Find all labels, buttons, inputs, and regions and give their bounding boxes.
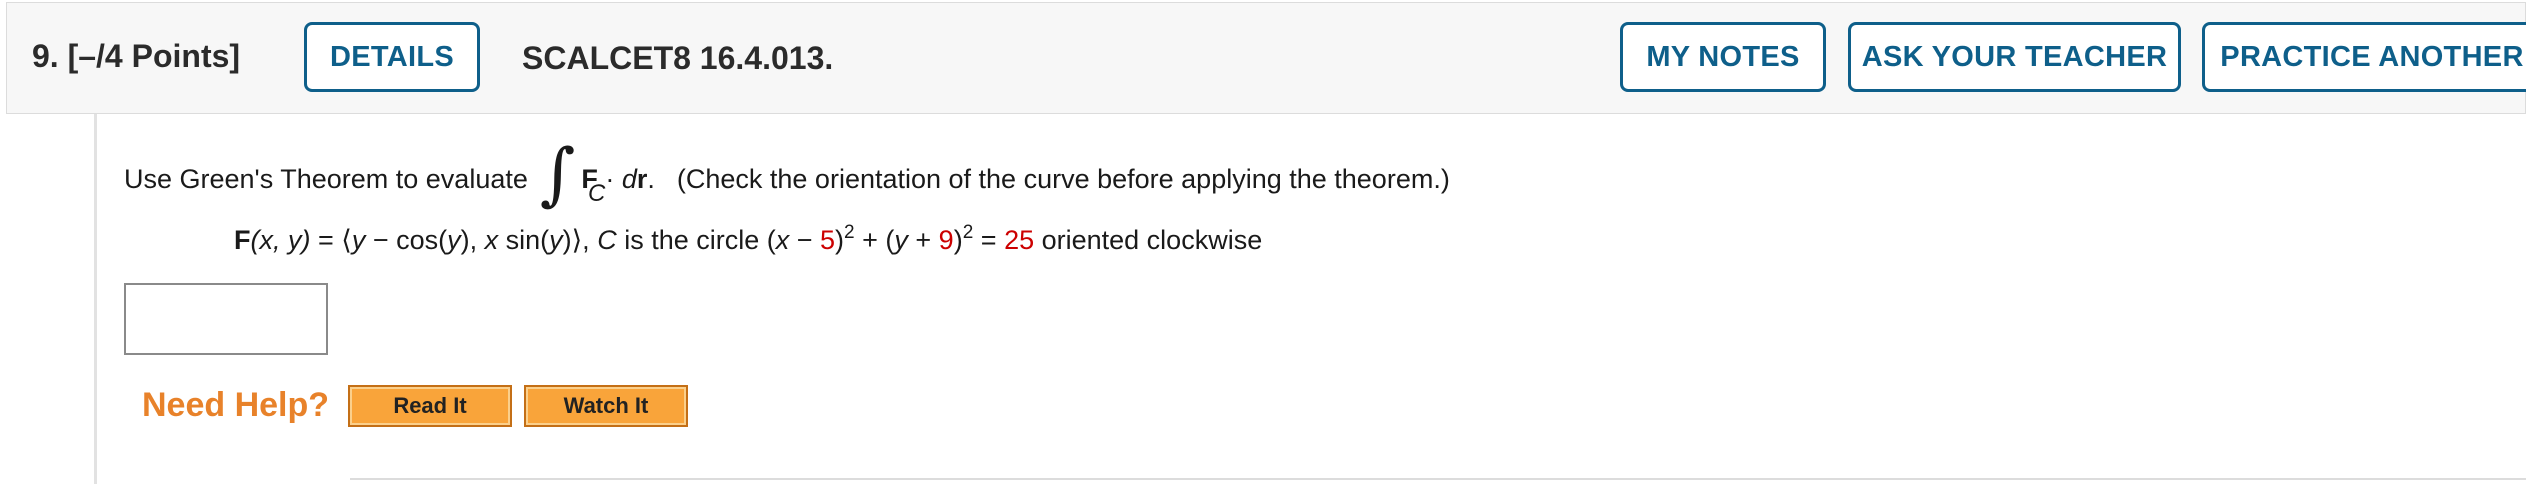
prompt-prefix: Use Green's Theorem to evaluate xyxy=(124,163,528,194)
formula-close1: ) xyxy=(835,225,845,255)
given-radius-squared: 25 xyxy=(1004,225,1035,255)
formula-exponent2: 2 xyxy=(962,222,974,243)
formula-exponent1: 2 xyxy=(844,222,855,243)
answer-input[interactable] xyxy=(124,283,328,355)
problem-code: SCALCET8 16.4.013. xyxy=(522,40,834,76)
integrand-period: . xyxy=(647,163,655,194)
formula-F: F xyxy=(234,225,251,255)
formula-eq2: = xyxy=(973,225,1005,255)
formula-minus: − xyxy=(789,225,821,255)
ask-your-teacher-button[interactable]: ASK YOUR TEACHER xyxy=(1848,22,2181,92)
formula-comma: , xyxy=(582,225,598,255)
formula-orientation: oriented clockwise xyxy=(1034,225,1263,255)
formula-langle: ⟨ xyxy=(341,225,352,255)
bottom-divider xyxy=(350,478,2526,480)
formula-plus: + ( xyxy=(854,225,895,255)
content-left-rule xyxy=(94,114,97,484)
formula-args: (x, y) xyxy=(250,225,311,255)
question-prompt: Use Green's Theorem to evaluate ∫ F · d … xyxy=(124,141,1450,213)
formula-close-paren: ) xyxy=(562,225,572,255)
my-notes-button[interactable]: MY NOTES xyxy=(1620,22,1826,92)
integral-subscript: C xyxy=(588,180,606,207)
integrand-d: d xyxy=(621,163,637,194)
formula-x: x xyxy=(484,225,499,255)
formula-C: C xyxy=(597,225,617,255)
details-button[interactable]: DETAILS xyxy=(304,22,480,92)
formula-y2: y xyxy=(447,225,461,255)
read-it-button[interactable]: Read It xyxy=(348,385,512,427)
watch-it-button[interactable]: Watch It xyxy=(524,385,688,427)
formula-plus2: + xyxy=(907,225,939,255)
integrand-r: r xyxy=(636,163,648,194)
formula-y: y xyxy=(351,225,366,255)
practice-another-button[interactable]: PRACTICE ANOTHER xyxy=(2202,22,2526,92)
vector-field-formula: F(x, y) = ⟨y − cos(y), x sin(y)⟩, C is t… xyxy=(234,222,1263,256)
formula-x2: x xyxy=(775,225,790,255)
given-center-x: 5 xyxy=(820,225,836,255)
formula-y3: y xyxy=(549,225,563,255)
formula-minus-cos: − cos( xyxy=(365,225,448,255)
formula-close2: ) xyxy=(953,225,963,255)
prompt-suffix: (Check the orientation of the curve befo… xyxy=(676,163,1450,194)
integral-symbol: ∫ xyxy=(539,135,576,214)
formula-rangle: ⟩ xyxy=(571,225,583,255)
formula-close-comma: ), xyxy=(460,225,485,255)
formula-eq: = xyxy=(310,225,342,255)
need-help-label: Need Help? xyxy=(142,386,330,424)
given-center-y: 9 xyxy=(938,225,954,255)
formula-y4: y xyxy=(894,225,908,255)
formula-sin: sin( xyxy=(498,225,550,255)
question-number-points: 9. [–/4 Points] xyxy=(32,38,241,74)
formula-is-circle: is the circle ( xyxy=(616,225,776,255)
